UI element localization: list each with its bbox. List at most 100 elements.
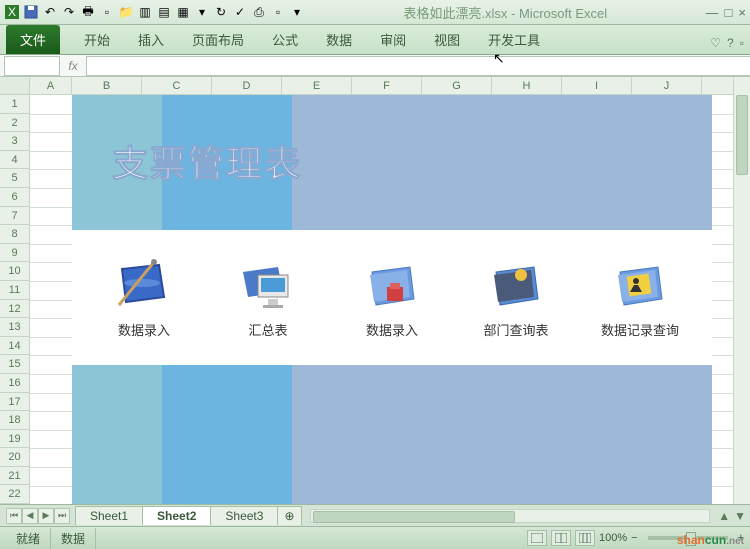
print-icon[interactable]: 🖶 [80, 4, 96, 20]
col-header-C[interactable]: C [142, 77, 212, 94]
sheet-content: 支票管理表 数据录入汇总表数据录入部门查询表数据记录查询 [72, 95, 712, 504]
zoom-out-button[interactable]: − [631, 532, 637, 544]
fx-icon[interactable]: fx [64, 59, 82, 73]
col-header-E[interactable]: E [282, 77, 352, 94]
view-layout-button[interactable] [551, 530, 571, 546]
close-button[interactable]: × [738, 5, 746, 20]
excel-icon[interactable]: X [4, 4, 20, 20]
row-header-16[interactable]: 16 [0, 374, 29, 393]
row-header-5[interactable]: 5 [0, 169, 29, 188]
tab-nav-0[interactable]: ⏮ [6, 508, 22, 524]
row-header-8[interactable]: 8 [0, 225, 29, 244]
ribbon-minimize-icon[interactable]: ▫ [740, 36, 744, 50]
vertical-scrollbar[interactable] [733, 77, 750, 504]
undo-icon[interactable]: ↶ [42, 4, 58, 20]
name-box[interactable] [4, 56, 60, 76]
tool4-icon[interactable]: ▫ [270, 4, 286, 20]
menu-item-label: 部门查询表 [483, 320, 548, 339]
cells-area[interactable]: 支票管理表 数据录入汇总表数据录入部门查询表数据记录查询 [30, 95, 733, 504]
row-header-14[interactable]: 14 [0, 337, 29, 356]
col-header-A[interactable]: A [30, 77, 72, 94]
col-header-H[interactable]: H [492, 77, 562, 94]
formula-input[interactable] [86, 56, 750, 76]
ribbon-tab-0[interactable]: 开始 [70, 25, 124, 54]
maximize-button[interactable]: □ [725, 5, 733, 20]
menu-item-3[interactable]: 部门查询表 [461, 257, 571, 339]
view-normal-button[interactable] [527, 530, 547, 546]
vscroll-thumb[interactable] [736, 95, 748, 175]
row-header-9[interactable]: 9 [0, 244, 29, 263]
row-header-4[interactable]: 4 [0, 151, 29, 170]
menu-item-label: 汇总表 [248, 320, 287, 339]
sheet-tab-sheet1[interactable]: Sheet1 [75, 506, 143, 525]
row-header-19[interactable]: 19 [0, 430, 29, 449]
row-header-15[interactable]: 15 [0, 355, 29, 374]
tab-nav-2[interactable]: ▶ [38, 508, 54, 524]
window-title: 表格如此漂亮.xlsx - Microsoft Excel [305, 3, 706, 22]
row-header-2[interactable]: 2 [0, 114, 29, 133]
row-header-6[interactable]: 6 [0, 188, 29, 207]
ribbon-tab-4[interactable]: 数据 [312, 25, 366, 54]
row-header-20[interactable]: 20 [0, 448, 29, 467]
minimize-button[interactable]: — [706, 5, 719, 20]
ribbon-fav-icon[interactable]: ♡ [710, 36, 721, 50]
sheet-tab-bar: ⏮◀▶⏭ Sheet1Sheet2Sheet3⊕ ▲ ▼ [0, 504, 750, 526]
tab-nav-3[interactable]: ⏭ [54, 508, 70, 524]
ribbon-tab-3[interactable]: 公式 [258, 25, 312, 54]
row-header-1[interactable]: 1 [0, 95, 29, 114]
scroll-down-icon[interactable]: ▼ [734, 509, 746, 523]
menu-item-2[interactable]: 数据录入 [337, 257, 447, 339]
row-header-11[interactable]: 11 [0, 281, 29, 300]
qat-more-icon[interactable]: ▾ [289, 4, 305, 20]
row-header-13[interactable]: 13 [0, 318, 29, 337]
doc3-icon[interactable]: ▦ [175, 4, 191, 20]
zoom-level[interactable]: 100% [599, 532, 627, 544]
add-sheet-button[interactable]: ⊕ [277, 506, 301, 525]
tool1-icon[interactable]: ↻ [213, 4, 229, 20]
ribbon-help-icon[interactable]: ? [727, 36, 734, 50]
row-header-21[interactable]: 21 [0, 467, 29, 486]
sheet-tab-sheet3[interactable]: Sheet3 [210, 506, 278, 525]
redo-icon[interactable]: ↷ [61, 4, 77, 20]
ribbon-tabs: 文件 开始插入页面布局公式数据审阅视图开发工具 ♡ ? ▫ [0, 25, 750, 55]
col-header-B[interactable]: B [72, 77, 142, 94]
sheet-tab-sheet2[interactable]: Sheet2 [142, 506, 211, 525]
row-header-12[interactable]: 12 [0, 300, 29, 319]
ribbon-tab-5[interactable]: 审阅 [366, 25, 420, 54]
doc2-icon[interactable]: ▤ [156, 4, 172, 20]
col-header-I[interactable]: I [562, 77, 632, 94]
window-controls: — □ × [706, 5, 746, 20]
row-header-3[interactable]: 3 [0, 132, 29, 151]
col-header-J[interactable]: J [632, 77, 702, 94]
ribbon-tab-7[interactable]: 开发工具 [474, 25, 554, 54]
row-header-18[interactable]: 18 [0, 411, 29, 430]
row-header-17[interactable]: 17 [0, 393, 29, 412]
horizontal-scrollbar[interactable] [310, 509, 711, 523]
file-tab[interactable]: 文件 [6, 25, 60, 54]
col-header-F[interactable]: F [352, 77, 422, 94]
col-header-G[interactable]: G [422, 77, 492, 94]
row-header-10[interactable]: 10 [0, 262, 29, 281]
row-header-7[interactable]: 7 [0, 207, 29, 226]
monitor-icon [238, 257, 298, 312]
folder-sign-icon [610, 257, 670, 312]
save-icon[interactable] [23, 4, 39, 20]
doc1-icon[interactable]: ▥ [137, 4, 153, 20]
menu-item-1[interactable]: 汇总表 [213, 257, 323, 339]
ribbon-tab-2[interactable]: 页面布局 [178, 25, 258, 54]
col-header-D[interactable]: D [212, 77, 282, 94]
open-icon[interactable]: 📁 [118, 4, 134, 20]
row-header-22[interactable]: 22 [0, 485, 29, 504]
scroll-up-icon[interactable]: ▲ [718, 509, 730, 523]
tool2-icon[interactable]: ✓ [232, 4, 248, 20]
view-pagebreak-button[interactable] [575, 530, 595, 546]
tool3-icon[interactable]: ⎙ [251, 4, 267, 20]
tab-nav-1[interactable]: ◀ [22, 508, 38, 524]
ribbon-tab-1[interactable]: 插入 [124, 25, 178, 54]
menu-item-4[interactable]: 数据记录查询 [585, 257, 695, 339]
menu-item-0[interactable]: 数据录入 [89, 257, 199, 339]
ribbon-tab-6[interactable]: 视图 [420, 25, 474, 54]
dropdown-icon[interactable]: ▾ [194, 4, 210, 20]
new-icon[interactable]: ▫ [99, 4, 115, 20]
select-all-corner[interactable] [0, 77, 29, 95]
